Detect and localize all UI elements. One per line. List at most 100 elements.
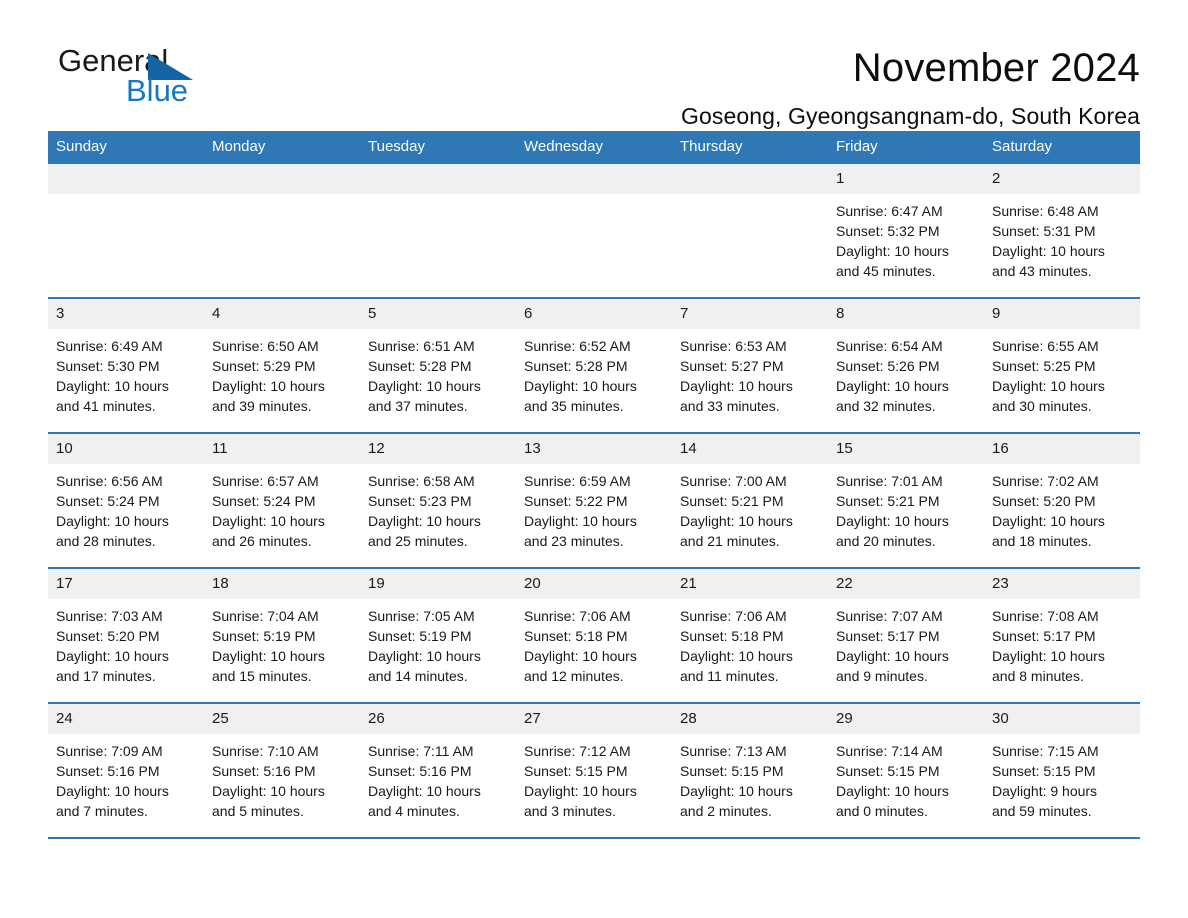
- day-detail-line: Daylight: 10 hours: [212, 648, 325, 664]
- day-details: Sunrise: 6:53 AM Sunset: 5:27 PM Daylight:…: [672, 329, 828, 416]
- day-number: 12: [360, 434, 516, 464]
- day-details: Sunrise: 6:59 AM Sunset: 5:22 PM Daylight:…: [516, 464, 672, 551]
- day-detail-line: and 14 minutes.: [368, 668, 468, 684]
- day-number: 2: [984, 164, 1140, 194]
- day-detail-line: Sunrise: 7:06 AM: [680, 608, 787, 624]
- day-detail-line: and 12 minutes.: [524, 668, 624, 684]
- day-detail-line: Sunrise: 6:48 AM: [992, 203, 1099, 219]
- calendar-day-cell[interactable]: 18 Sunrise: 7:04 AM Sunset: 5:19 PM Dayligh…: [204, 568, 360, 704]
- day-number: 21: [672, 569, 828, 599]
- day-detail-line: Daylight: 10 hours: [836, 513, 949, 529]
- day-detail-line: Sunset: 5:17 PM: [992, 628, 1096, 644]
- day-detail-line: Daylight: 9 hours: [992, 783, 1098, 799]
- calendar-day-cell[interactable]: 17 Sunrise: 7:03 AM Sunset: 5:20 PM Dayligh…: [48, 568, 204, 704]
- calendar-body: 1 Sunrise: 6:47 AM Sunset: 5:32 PM Daylight…: [48, 164, 1140, 839]
- day-detail-line: Sunrise: 7:13 AM: [680, 743, 787, 759]
- calendar-day-cell[interactable]: 1 Sunrise: 6:47 AM Sunset: 5:32 PM Daylight…: [828, 164, 984, 299]
- day-detail-line: Sunrise: 7:10 AM: [212, 743, 319, 759]
- calendar-day-cell[interactable]: 9 Sunrise: 6:55 AM Sunset: 5:25 PM Daylight…: [984, 298, 1140, 434]
- day-detail-line: Sunrise: 7:02 AM: [992, 473, 1099, 489]
- day-details: Sunrise: 7:14 AM Sunset: 5:15 PM Daylight:…: [828, 734, 984, 821]
- calendar-day-cell[interactable]: 26 Sunrise: 7:11 AM Sunset: 5:16 PM Dayligh…: [360, 703, 516, 839]
- calendar-day-cell[interactable]: 23 Sunrise: 7:08 AM Sunset: 5:17 PM Dayligh…: [984, 568, 1140, 704]
- day-detail-line: Daylight: 10 hours: [368, 513, 481, 529]
- calendar-day-cell[interactable]: 19 Sunrise: 7:05 AM Sunset: 5:19 PM Dayligh…: [360, 568, 516, 704]
- day-details: Sunrise: 6:56 AM Sunset: 5:24 PM Daylight:…: [48, 464, 204, 551]
- day-detail-line: and 2 minutes.: [680, 803, 772, 819]
- day-details: Sunrise: 7:12 AM Sunset: 5:15 PM Daylight:…: [516, 734, 672, 821]
- day-detail-line: Sunset: 5:17 PM: [836, 628, 940, 644]
- day-detail-line: Daylight: 10 hours: [56, 378, 169, 394]
- calendar-day-cell[interactable]: 29 Sunrise: 7:14 AM Sunset: 5:15 PM Dayligh…: [828, 703, 984, 839]
- day-detail-line: and 11 minutes.: [680, 668, 779, 684]
- day-detail-line: Sunset: 5:15 PM: [680, 763, 784, 779]
- day-detail-line: and 43 minutes.: [992, 263, 1092, 279]
- calendar-day-cell[interactable]: 14 Sunrise: 7:00 AM Sunset: 5:21 PM Dayligh…: [672, 433, 828, 569]
- calendar-day-cell[interactable]: 20 Sunrise: 7:06 AM Sunset: 5:18 PM Dayligh…: [516, 568, 672, 704]
- general-blue-logo[interactable]: General Blue: [48, 42, 248, 116]
- calendar-header-row: Sunday Monday Tuesday Wednesday Thursday Frid…: [48, 131, 1140, 164]
- calendar-day-cell[interactable]: 5 Sunrise: 6:51 AM Sunset: 5:28 PM Daylight…: [360, 298, 516, 434]
- day-number: 10: [48, 434, 204, 464]
- weekday-header-monday: Monday: [204, 131, 360, 164]
- calendar-day-cell[interactable]: 16 Sunrise: 7:02 AM Sunset: 5:20 PM Dayligh…: [984, 433, 1140, 569]
- calendar-day-cell[interactable]: 3 Sunrise: 6:49 AM Sunset: 5:30 PM Daylight…: [48, 298, 204, 434]
- day-detail-line: Sunrise: 7:15 AM: [992, 743, 1099, 759]
- day-details: [48, 194, 204, 201]
- day-detail-line: and 30 minutes.: [992, 398, 1092, 414]
- calendar-day-cell[interactable]: 6 Sunrise: 6:52 AM Sunset: 5:28 PM Daylight…: [516, 298, 672, 434]
- day-details: Sunrise: 7:13 AM Sunset: 5:15 PM Daylight:…: [672, 734, 828, 821]
- day-detail-line: and 20 minutes.: [836, 533, 936, 549]
- calendar-table: Sunday Monday Tuesday Wednesday Thursday Frid…: [48, 131, 1140, 839]
- day-detail-line: Sunset: 5:25 PM: [992, 358, 1096, 374]
- day-detail-line: Sunset: 5:32 PM: [836, 223, 940, 239]
- day-number: [360, 164, 516, 194]
- calendar-day-cell[interactable]: 27 Sunrise: 7:12 AM Sunset: 5:15 PM Dayligh…: [516, 703, 672, 839]
- calendar-day-cell[interactable]: 22 Sunrise: 7:07 AM Sunset: 5:17 PM Dayligh…: [828, 568, 984, 704]
- calendar-day-cell[interactable]: 24 Sunrise: 7:09 AM Sunset: 5:16 PM Dayligh…: [48, 703, 204, 839]
- weekday-header-thursday: Thursday: [672, 131, 828, 164]
- calendar-day-cell[interactable]: 4 Sunrise: 6:50 AM Sunset: 5:29 PM Daylight…: [204, 298, 360, 434]
- day-detail-line: and 28 minutes.: [56, 533, 156, 549]
- day-detail-line: Sunset: 5:19 PM: [212, 628, 316, 644]
- day-details: Sunrise: 6:57 AM Sunset: 5:24 PM Daylight:…: [204, 464, 360, 551]
- day-number: 30: [984, 704, 1140, 734]
- calendar-day-cell[interactable]: 11 Sunrise: 6:57 AM Sunset: 5:24 PM Dayligh…: [204, 433, 360, 569]
- page-title: November 2024: [852, 46, 1140, 90]
- day-detail-line: and 5 minutes.: [212, 803, 304, 819]
- day-number: 26: [360, 704, 516, 734]
- day-detail-line: Daylight: 10 hours: [680, 783, 793, 799]
- calendar-day-cell[interactable]: 21 Sunrise: 7:06 AM Sunset: 5:18 PM Dayligh…: [672, 568, 828, 704]
- calendar-day-cell[interactable]: 12 Sunrise: 6:58 AM Sunset: 5:23 PM Dayligh…: [360, 433, 516, 569]
- day-detail-line: Daylight: 10 hours: [56, 783, 169, 799]
- day-details: Sunrise: 7:03 AM Sunset: 5:20 PM Daylight:…: [48, 599, 204, 686]
- day-number: 11: [204, 434, 360, 464]
- day-detail-line: Daylight: 10 hours: [212, 513, 325, 529]
- day-detail-line: Daylight: 10 hours: [836, 378, 949, 394]
- calendar-day-cell[interactable]: 28 Sunrise: 7:13 AM Sunset: 5:15 PM Dayligh…: [672, 703, 828, 839]
- day-detail-line: Daylight: 10 hours: [992, 513, 1105, 529]
- calendar-day-cell[interactable]: 25 Sunrise: 7:10 AM Sunset: 5:16 PM Dayligh…: [204, 703, 360, 839]
- day-detail-line: Daylight: 10 hours: [836, 243, 949, 259]
- day-detail-line: Daylight: 10 hours: [836, 648, 949, 664]
- day-detail-line: Sunset: 5:27 PM: [680, 358, 784, 374]
- day-detail-line: Sunrise: 7:01 AM: [836, 473, 943, 489]
- calendar-day-cell[interactable]: 10 Sunrise: 6:56 AM Sunset: 5:24 PM Dayligh…: [48, 433, 204, 569]
- day-number: 7: [672, 299, 828, 329]
- day-detail-line: Sunrise: 6:54 AM: [836, 338, 943, 354]
- day-detail-line: Daylight: 10 hours: [524, 783, 637, 799]
- calendar-day-cell[interactable]: 13 Sunrise: 6:59 AM Sunset: 5:22 PM Dayligh…: [516, 433, 672, 569]
- calendar-day-cell[interactable]: 15 Sunrise: 7:01 AM Sunset: 5:21 PM Dayligh…: [828, 433, 984, 569]
- day-detail-line: Sunrise: 7:09 AM: [56, 743, 163, 759]
- calendar-day-cell[interactable]: 8 Sunrise: 6:54 AM Sunset: 5:26 PM Daylight…: [828, 298, 984, 434]
- day-detail-line: and 25 minutes.: [368, 533, 468, 549]
- day-details: Sunrise: 7:02 AM Sunset: 5:20 PM Daylight:…: [984, 464, 1140, 551]
- calendar-day-cell[interactable]: 2 Sunrise: 6:48 AM Sunset: 5:31 PM Daylight…: [984, 164, 1140, 299]
- day-detail-line: Daylight: 10 hours: [56, 513, 169, 529]
- day-detail-line: and 23 minutes.: [524, 533, 624, 549]
- weekday-header-sunday: Sunday: [48, 131, 204, 164]
- day-details: [516, 194, 672, 201]
- calendar-day-cell[interactable]: 7 Sunrise: 6:53 AM Sunset: 5:27 PM Daylight…: [672, 298, 828, 434]
- day-detail-line: Sunrise: 7:07 AM: [836, 608, 943, 624]
- calendar-day-cell[interactable]: 30 Sunrise: 7:15 AM Sunset: 5:15 PM Dayligh…: [984, 703, 1140, 839]
